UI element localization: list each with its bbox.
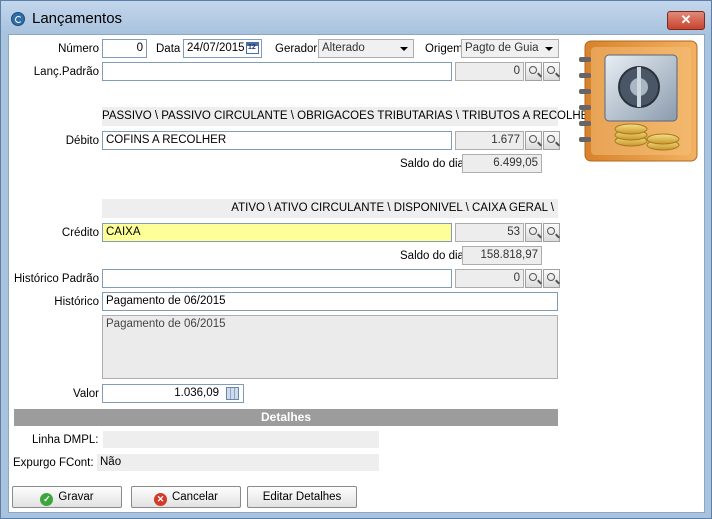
chevron-down-icon — [400, 47, 408, 51]
debito-input[interactable]: COFINS A RECOLHER — [102, 131, 452, 150]
data-label: Data — [156, 43, 181, 55]
chevron-down-icon — [545, 47, 553, 51]
lanc-padrao-search-button[interactable] — [525, 62, 542, 81]
search-icon — [529, 135, 537, 143]
credito-saldo-label: Saldo do dia — [400, 250, 464, 262]
credito-lookup-button[interactable] — [543, 223, 560, 242]
expurgo-fcont-label: Expurgo FCont: — [13, 457, 94, 469]
valor-input[interactable]: 1.036,09 — [102, 384, 244, 403]
form-panel: Número 0 Data 24/07/2015 12 Gerador Alte… — [8, 34, 705, 513]
gerador-select[interactable]: Alterado — [318, 39, 414, 58]
credito-saldo-value: 158.818,97 — [462, 246, 542, 265]
title-bar[interactable]: Lançamentos ✕ — [1, 1, 711, 33]
historico-padrao-search-button[interactable] — [525, 269, 542, 288]
historico-input[interactable]: Pagamento de 06/2015 — [102, 292, 558, 311]
safe-coins-icon — [579, 40, 698, 162]
cancel-icon: ✕ — [153, 493, 167, 506]
origem-label: Origem — [425, 43, 463, 55]
expurgo-fcont-value: Não — [97, 454, 379, 471]
calendar-day: 12 — [248, 44, 256, 51]
debito-saldo-label: Saldo do dia — [400, 158, 464, 170]
linha-dmpl-value — [103, 431, 379, 448]
debito-account-path: PASSIVO \ PASSIVO CIRCULANTE \ OBRIGACOE… — [102, 107, 603, 126]
lanc-padrao-code[interactable]: 0 — [455, 62, 524, 81]
historico-padrao-label: Histórico Padrão — [13, 273, 99, 285]
historico-padrao-code[interactable]: 0 — [455, 269, 524, 288]
search-icon — [529, 227, 537, 235]
numero-input[interactable]: 0 — [102, 39, 147, 58]
historico-padrao-lookup-button[interactable] — [543, 269, 560, 288]
credito-account-path: ATIVO \ ATIVO CIRCULANTE \ DISPONIVEL \ … — [102, 199, 558, 218]
search-icon — [547, 135, 555, 143]
debito-lookup-button[interactable] — [543, 131, 560, 150]
historico-memo[interactable]: Pagamento de 06/2015 — [102, 315, 558, 379]
detalhes-header: Detalhes — [14, 409, 558, 426]
valor-label: Valor — [73, 388, 99, 400]
gerador-value: Alterado — [322, 42, 365, 54]
gerador-label: Gerador — [275, 43, 318, 55]
credito-code[interactable]: 53 — [455, 223, 524, 242]
linha-dmpl-label: Linha DMPL: — [32, 434, 99, 446]
lanc-padrao-lookup-button[interactable] — [543, 62, 560, 81]
debito-saldo-value: 6.499,05 — [462, 154, 542, 173]
historico-label: Histórico — [54, 296, 99, 308]
search-icon — [529, 66, 537, 74]
close-button[interactable]: ✕ — [667, 11, 705, 30]
credito-input[interactable]: CAIXA — [102, 223, 452, 242]
search-icon — [547, 273, 555, 281]
data-value: 24/07/2015 — [187, 42, 245, 54]
numero-label: Número — [58, 43, 99, 55]
credito-label: Crédito — [61, 227, 99, 239]
lanc-padrao-label: Lanç.Padrão — [33, 66, 99, 78]
lanc-padrao-input[interactable] — [102, 62, 452, 81]
credito-search-button[interactable] — [525, 223, 542, 242]
gravar-button[interactable]: ✓ Gravar — [12, 486, 122, 508]
debito-code[interactable]: 1.677 — [455, 131, 524, 150]
origem-value: Pagto de Guia — [465, 42, 539, 54]
cancelar-button[interactable]: ✕ Cancelar — [131, 486, 241, 508]
app-icon — [11, 12, 25, 26]
lancamentos-window: Lançamentos ✕ Número 0 Data 24/07/2015 1… — [0, 0, 712, 519]
search-icon — [547, 66, 555, 74]
editar-detalhes-button[interactable]: Editar Detalhes — [247, 486, 357, 508]
search-icon — [529, 273, 537, 281]
debito-search-button[interactable] — [525, 131, 542, 150]
origem-select[interactable]: Pagto de Guia — [461, 39, 559, 58]
calculator-icon[interactable] — [226, 387, 239, 400]
search-icon — [547, 227, 555, 235]
debito-label: Débito — [65, 135, 99, 147]
gravar-label: Gravar — [58, 491, 94, 503]
check-icon: ✓ — [40, 493, 54, 506]
calendar-icon[interactable]: 12 — [246, 42, 259, 54]
cancelar-label: Cancelar — [171, 491, 219, 503]
window-title: Lançamentos — [32, 10, 123, 27]
historico-padrao-input[interactable] — [102, 269, 452, 288]
